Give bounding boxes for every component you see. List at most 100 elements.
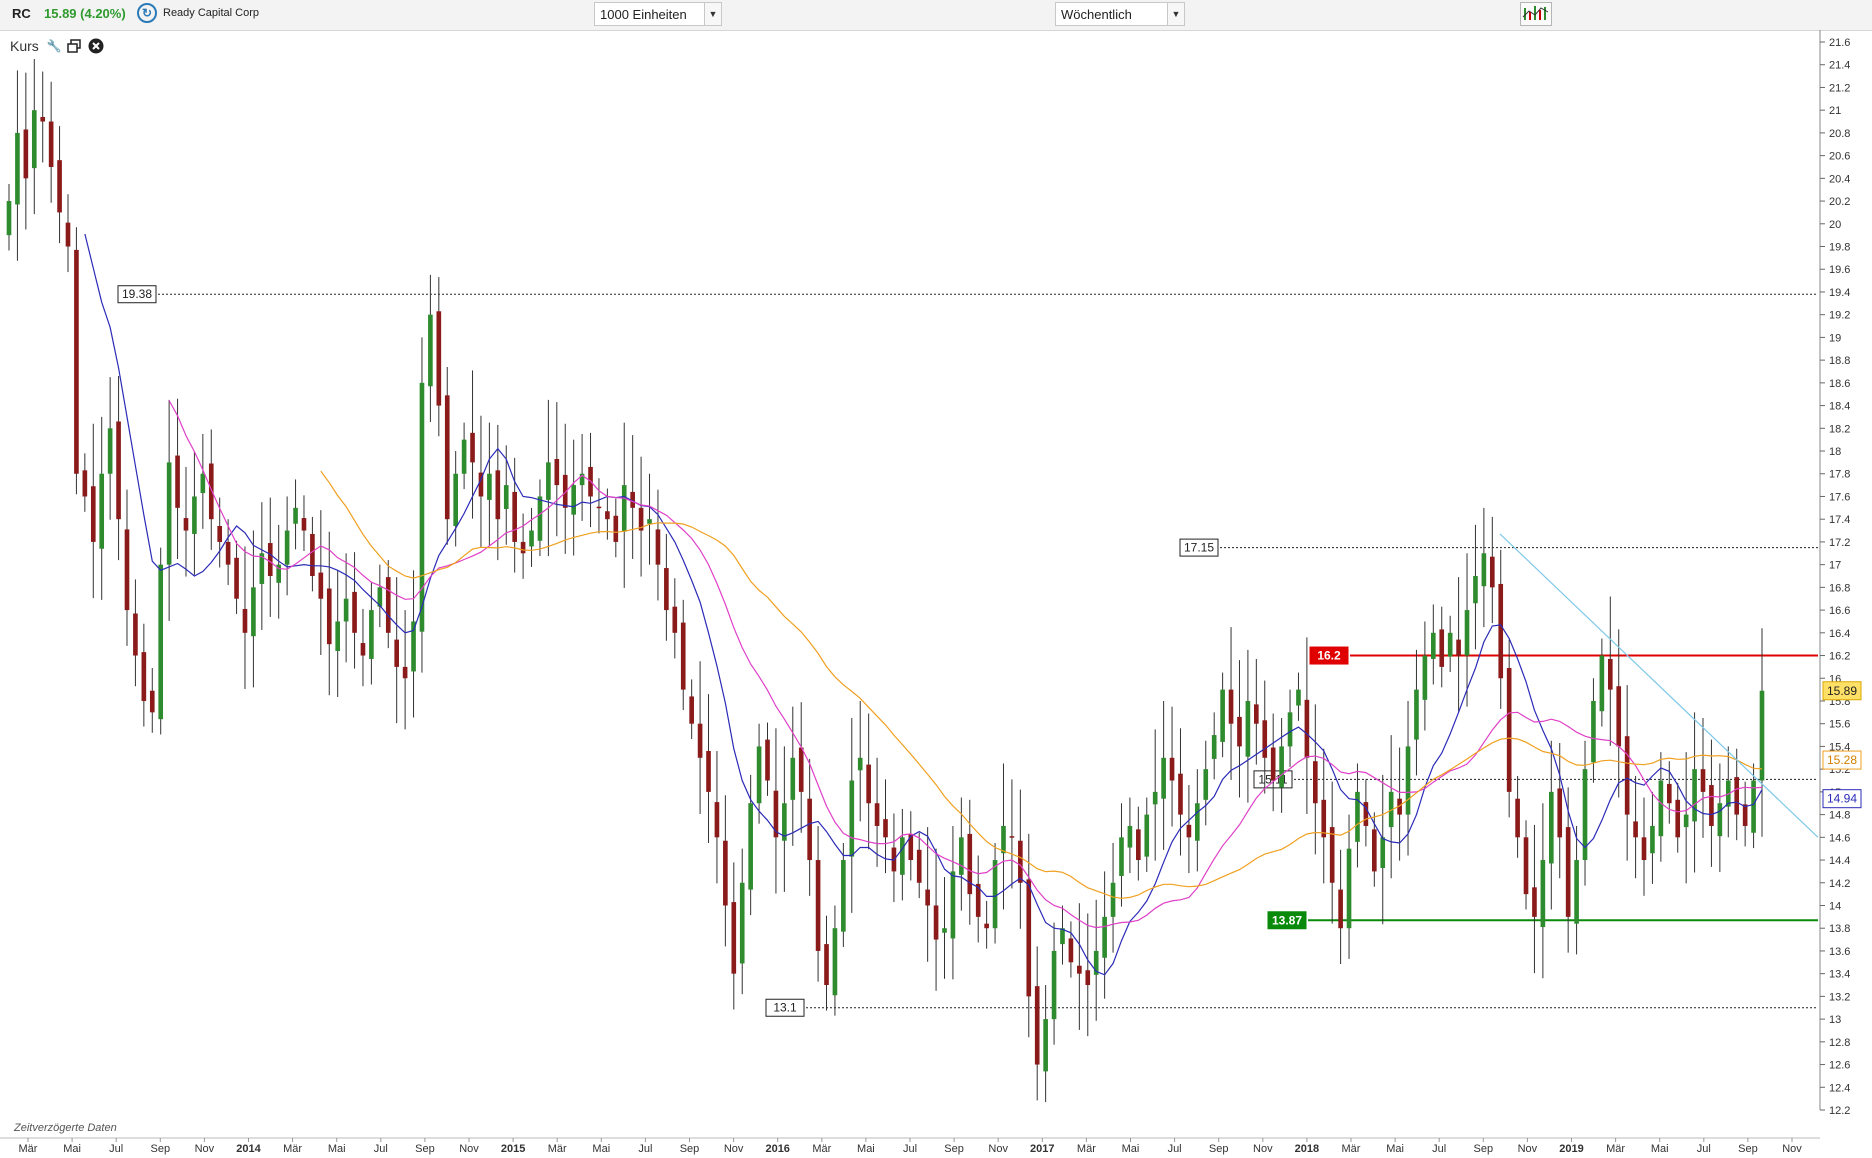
candle bbox=[622, 423, 627, 588]
x-tick-label: Jul bbox=[1168, 1143, 1182, 1155]
candle bbox=[1701, 718, 1706, 838]
candle bbox=[260, 502, 265, 630]
candle bbox=[731, 862, 736, 1009]
candle-body bbox=[420, 383, 425, 632]
candle-body bbox=[689, 696, 694, 723]
candle-body bbox=[841, 860, 846, 932]
candle-body bbox=[344, 599, 349, 622]
candle bbox=[1085, 913, 1090, 1036]
candle bbox=[1128, 798, 1133, 874]
x-tick-label: Nov bbox=[724, 1143, 744, 1155]
candle-body bbox=[1482, 553, 1487, 586]
candle-body bbox=[1153, 792, 1158, 804]
interval-select-value: Wöchentlich bbox=[1061, 7, 1132, 22]
candle-body bbox=[1195, 803, 1200, 840]
candle-body bbox=[32, 110, 37, 168]
y-tick-label: 20.6 bbox=[1829, 151, 1850, 163]
candle-body bbox=[335, 621, 340, 651]
level-label: 13.87 bbox=[1272, 913, 1302, 927]
candle-body bbox=[285, 531, 290, 565]
chart-type-icon[interactable] bbox=[1520, 2, 1552, 26]
chevron-down-icon[interactable]: ▼ bbox=[704, 3, 721, 25]
candle-body bbox=[1414, 690, 1419, 740]
candle-body bbox=[698, 724, 703, 758]
candle-body bbox=[40, 117, 45, 122]
candle bbox=[1439, 607, 1444, 688]
candle bbox=[184, 467, 189, 577]
candle-body bbox=[1532, 887, 1537, 917]
x-tick-label: Nov bbox=[1782, 1143, 1802, 1155]
x-tick-label: Mär bbox=[283, 1143, 302, 1155]
candle bbox=[1144, 798, 1149, 872]
candle bbox=[1305, 637, 1310, 814]
level-label: 13.1 bbox=[773, 1001, 797, 1015]
candle-body bbox=[1237, 717, 1242, 747]
candle-body bbox=[403, 667, 408, 678]
candle bbox=[1271, 713, 1276, 811]
candle bbox=[7, 184, 12, 250]
x-tick-label: 2019 bbox=[1559, 1143, 1583, 1155]
candle bbox=[647, 474, 652, 565]
candle bbox=[1406, 701, 1411, 856]
candle-body bbox=[529, 531, 534, 547]
candle bbox=[1498, 550, 1503, 709]
y-tick-label: 20.8 bbox=[1829, 128, 1850, 140]
refresh-icon[interactable]: ↻ bbox=[137, 3, 157, 23]
y-tick-label: 14.2 bbox=[1829, 878, 1850, 890]
candle bbox=[1161, 701, 1166, 850]
candle-body bbox=[99, 474, 104, 549]
candle bbox=[133, 579, 138, 686]
candle-body bbox=[74, 250, 79, 474]
ticker-symbol: RC bbox=[12, 6, 31, 21]
candle bbox=[900, 809, 905, 900]
candle-body bbox=[1490, 557, 1495, 588]
candle bbox=[268, 498, 273, 617]
price-chart[interactable]: 21.621.421.22120.820.620.420.22019.819.6… bbox=[0, 30, 1872, 1158]
candle bbox=[125, 490, 130, 646]
level-17-15: 17.15 bbox=[1180, 539, 1818, 556]
candle-body bbox=[1684, 815, 1689, 827]
price-badge: 14.94 bbox=[1823, 790, 1861, 808]
candle bbox=[807, 759, 812, 896]
candle bbox=[866, 713, 871, 849]
candle bbox=[1549, 741, 1554, 910]
candle-body bbox=[1220, 690, 1225, 742]
candle bbox=[99, 417, 104, 600]
candle-body bbox=[917, 850, 922, 883]
candle bbox=[1650, 792, 1655, 884]
candle-body bbox=[538, 496, 543, 540]
candle bbox=[849, 718, 854, 913]
candle-body bbox=[934, 905, 939, 939]
candle-body bbox=[1203, 769, 1208, 800]
x-tick-label: Mai bbox=[1386, 1143, 1404, 1155]
candle-body bbox=[1187, 825, 1192, 837]
candle-body bbox=[1052, 951, 1057, 1019]
candle bbox=[833, 905, 838, 1015]
candle-body bbox=[824, 944, 829, 985]
interval-select[interactable]: Wöchentlich ▼ bbox=[1055, 2, 1185, 26]
candle-body bbox=[672, 607, 677, 633]
candle-body bbox=[858, 758, 863, 770]
x-tick-label: Mär bbox=[812, 1143, 831, 1155]
y-tick-label: 21.4 bbox=[1829, 60, 1850, 72]
candle bbox=[1136, 807, 1141, 881]
candle-body bbox=[268, 543, 273, 576]
y-tick-label: 19.8 bbox=[1829, 242, 1850, 254]
price-badge: 15.28 bbox=[1823, 751, 1861, 769]
candle bbox=[74, 227, 79, 494]
x-tick-label: Mai bbox=[63, 1143, 81, 1155]
candle bbox=[91, 424, 96, 598]
candle-body bbox=[883, 819, 888, 837]
candle-body bbox=[512, 492, 517, 542]
candle-body bbox=[462, 440, 467, 474]
candle bbox=[175, 399, 180, 559]
candle bbox=[1608, 596, 1613, 745]
chevron-down-icon[interactable]: ▼ bbox=[1167, 3, 1184, 25]
volume-select[interactable]: 1000 Einheiten ▼ bbox=[594, 2, 722, 26]
candle bbox=[1726, 746, 1731, 837]
candle bbox=[790, 707, 795, 846]
candle-body bbox=[1035, 986, 1040, 1064]
candle-body bbox=[1271, 748, 1276, 781]
candle bbox=[1600, 638, 1605, 726]
candle-body bbox=[1338, 890, 1343, 929]
